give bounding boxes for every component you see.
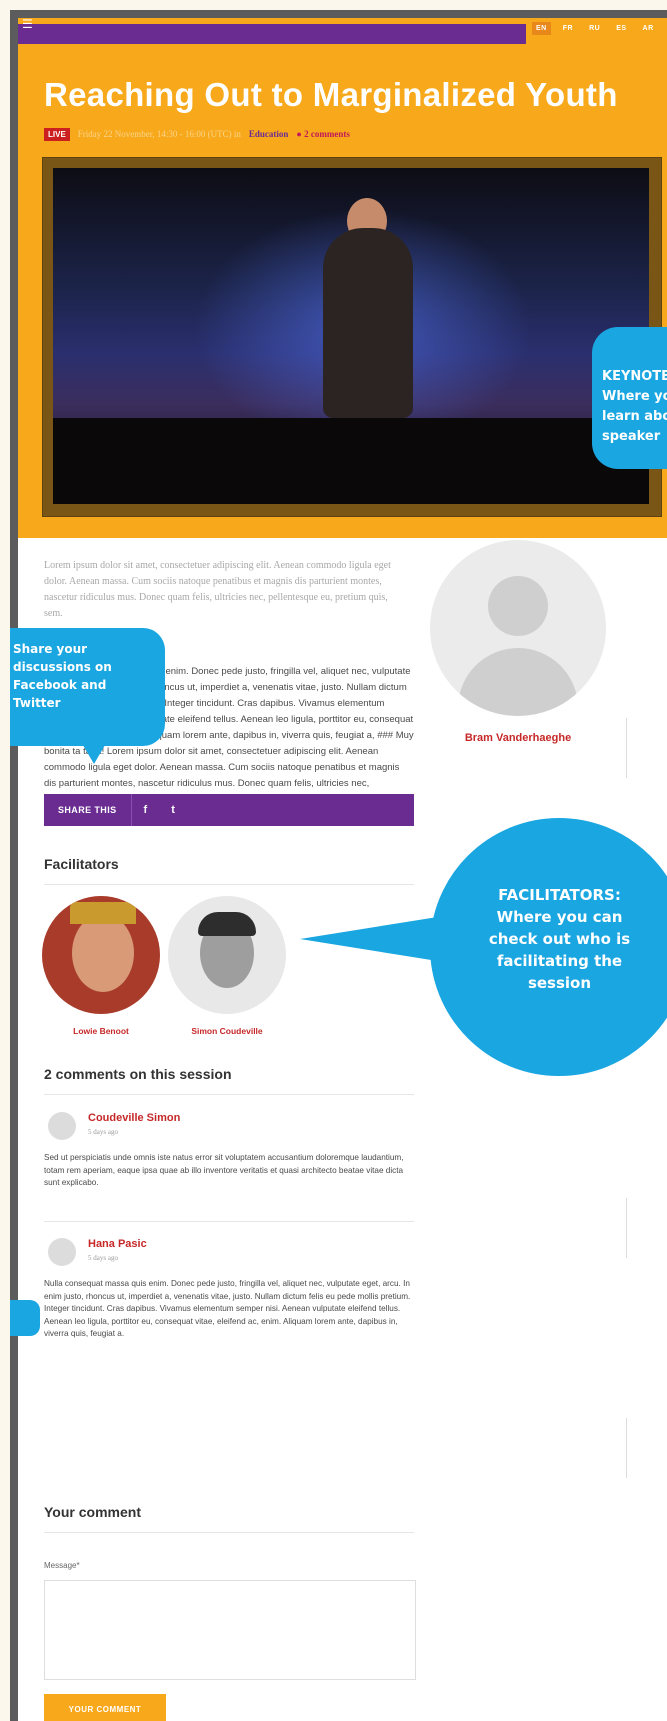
twitter-icon[interactable]: t: [159, 804, 187, 816]
facilitator-card[interactable]: Lowie Benoot: [42, 896, 160, 1036]
comment-callout: [10, 1300, 40, 1336]
side-divider: [626, 1418, 627, 1478]
session-category-link[interactable]: Education: [249, 129, 289, 139]
commenter-avatar: [48, 1238, 76, 1266]
facilitator-name[interactable]: Simon Coudeville: [168, 1026, 286, 1036]
session-title: Reaching Out to Marginalized Youth: [44, 76, 618, 113]
comment-item: Hana Pasic 5 days ago Nulla consequat ma…: [44, 1238, 414, 1368]
speaker-name[interactable]: Bram Vanderhaeghe: [430, 732, 606, 744]
comments-heading: 2 comments on this session: [44, 1066, 232, 1082]
lang-en[interactable]: EN: [532, 22, 551, 35]
nav-bar: [18, 24, 526, 44]
speaker-avatar: [430, 540, 606, 716]
comment-time: 5 days ago: [88, 1128, 118, 1136]
side-divider: [626, 1198, 627, 1258]
comments-count-link[interactable]: ● 2 comments: [296, 129, 349, 139]
keynote-speaker-card[interactable]: Bram Vanderhaeghe: [430, 540, 606, 744]
share-bar: SHARE THIS f t: [44, 794, 414, 826]
share-callout-pointer: [80, 740, 108, 764]
comment-text: Sed ut perspiciatis unde omnis iste natu…: [44, 1153, 404, 1187]
facilitator-photo: [168, 896, 286, 1014]
commenter-avatar: [48, 1112, 76, 1140]
session-hero: Reaching Out to Marginalized Youth LIVE …: [18, 44, 667, 538]
message-label: Message*: [44, 1561, 80, 1570]
video-frame[interactable]: [53, 168, 649, 504]
share-label: SHARE THIS: [44, 794, 132, 826]
comments-count-text: 2 comments: [304, 129, 350, 139]
facebook-icon[interactable]: f: [132, 804, 160, 816]
message-textarea[interactable]: [44, 1580, 416, 1680]
keynote-callout: KEYNOTE: Where you learn about the speak…: [592, 327, 667, 469]
speaker-figure-body: [323, 228, 413, 418]
comment-item: Coudeville Simon 5 days ago Sed ut persp…: [44, 1112, 414, 1212]
top-bar: ☰ EN FR RU ES AR: [18, 18, 667, 44]
commenter-name[interactable]: Hana Pasic: [88, 1238, 147, 1250]
commenter-name[interactable]: Coudeville Simon: [88, 1112, 180, 1124]
session-meta: LIVE Friday 22 November, 14:30 - 16:00 (…: [44, 126, 644, 142]
session-datetime: Friday 22 November, 14:30 - 16:00 (UTC) …: [77, 129, 241, 139]
submit-comment-button[interactable]: YOUR COMMENT: [44, 1694, 166, 1721]
lang-es[interactable]: ES: [612, 22, 630, 35]
facilitator-face: [72, 914, 134, 992]
comment-form-heading: Your comment: [44, 1504, 141, 1520]
divider: [44, 884, 414, 885]
language-switcher: EN FR RU ES AR: [532, 22, 658, 35]
crown-icon: [70, 902, 136, 924]
facilitator-card[interactable]: Simon Coudeville: [168, 896, 286, 1036]
menu-icon[interactable]: ☰: [22, 18, 34, 30]
facilitator-photo: [42, 896, 160, 1014]
live-badge: LIVE: [44, 127, 70, 141]
share-callout-text: Share your discussions on Facebook and T…: [13, 642, 112, 710]
lang-fr[interactable]: FR: [559, 22, 577, 35]
session-lead-text: Lorem ipsum dolor sit amet, consectetuer…: [44, 560, 391, 619]
lang-ru[interactable]: RU: [585, 22, 604, 35]
facilitators-heading: Facilitators: [44, 856, 119, 872]
facilitators-callout-text: FACILITATORS: Where you can check out wh…: [488, 886, 631, 992]
avatar-placeholder-body: [458, 648, 578, 716]
avatar-placeholder-head: [488, 576, 548, 636]
side-divider: [626, 718, 627, 778]
screenshot-frame: ☰ EN FR RU ES AR Reaching Out to Margina…: [10, 10, 667, 1721]
comment-text: Nulla consequat massa quis enim. Donec p…: [44, 1279, 411, 1338]
keynote-callout-text: KEYNOTE: Where you learn about the speak…: [602, 369, 667, 444]
share-callout: Share your discussions on Facebook and T…: [10, 628, 165, 746]
audience-silhouette: [53, 418, 649, 504]
comment-time: 5 days ago: [88, 1254, 118, 1262]
video-player[interactable]: [42, 157, 662, 517]
lang-ar[interactable]: AR: [639, 22, 658, 35]
divider: [44, 1221, 414, 1222]
facilitators-callout-pointer: [300, 915, 450, 963]
divider: [44, 1532, 414, 1533]
facilitator-name[interactable]: Lowie Benoot: [42, 1026, 160, 1036]
facilitator-hair: [198, 912, 256, 936]
divider: [44, 1094, 414, 1095]
